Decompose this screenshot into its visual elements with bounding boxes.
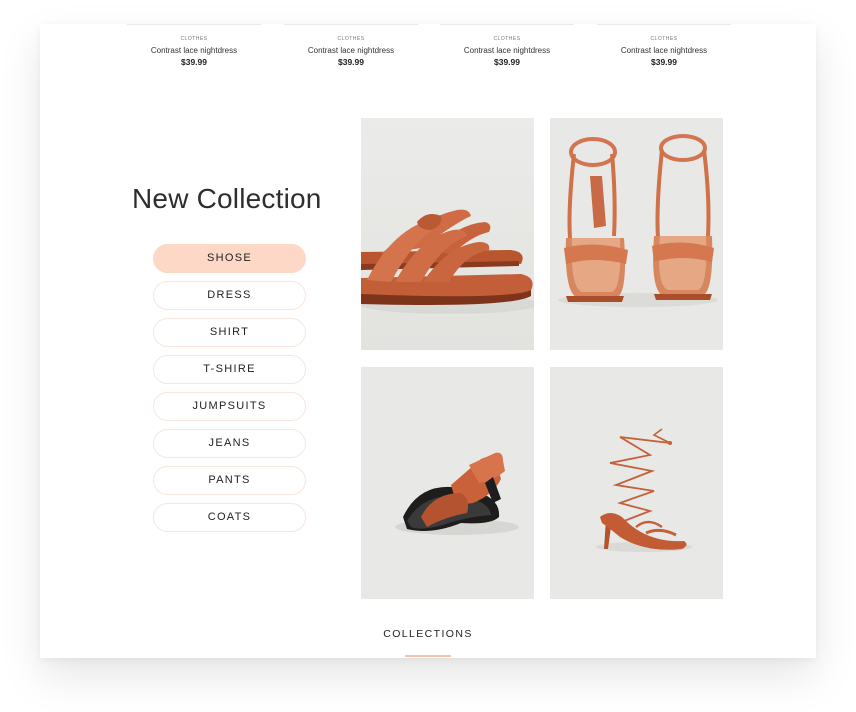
product-category: CLOTHES — [180, 36, 208, 42]
product-price: $39.99 — [338, 57, 364, 67]
category-button-jeans[interactable]: JEANS — [153, 429, 306, 458]
card-divider — [440, 24, 574, 25]
card-divider — [597, 24, 731, 25]
category-button-shirt[interactable]: SHIRT — [153, 318, 306, 347]
collections-underline — [405, 655, 451, 657]
card-divider — [284, 24, 418, 25]
collection-title: New Collection — [132, 183, 322, 214]
strappy-flat-sandals-image[interactable] — [361, 118, 534, 350]
collections-heading[interactable]: COLLECTIONS — [40, 628, 816, 640]
page-card: CLOTHES Contrast lace nightdress $39.99 … — [40, 24, 816, 658]
product-name[interactable]: Contrast lace nightdress — [127, 46, 261, 56]
square-toe-mules-image[interactable] — [361, 367, 534, 599]
product-card[interactable]: CLOTHES Contrast lace nightdress $39.99 — [440, 24, 574, 68]
product-category: CLOTHES — [650, 36, 678, 42]
product-card[interactable]: CLOTHES Contrast lace nightdress $39.99 — [597, 24, 731, 68]
card-divider — [127, 24, 261, 25]
category-button-jumpsuits[interactable]: JUMPSUITS — [153, 392, 306, 421]
product-price: $39.99 — [181, 57, 207, 67]
product-price: $39.99 — [494, 57, 520, 67]
product-card[interactable]: CLOTHES Contrast lace nightdress $39.99 — [127, 24, 261, 68]
category-button-pants[interactable]: PANTS — [153, 466, 306, 495]
product-card[interactable]: CLOTHES Contrast lace nightdress $39.99 — [284, 24, 418, 68]
category-button-t-shire[interactable]: T-SHIRE — [153, 355, 306, 384]
product-name[interactable]: Contrast lace nightdress — [440, 46, 574, 56]
category-list: SHOSE DRESS SHIRT T-SHIRE JUMPSUITS JEAN… — [153, 244, 306, 540]
lace-up-heeled-sandal-image[interactable] — [550, 367, 723, 599]
category-button-coats[interactable]: COATS — [153, 503, 306, 532]
product-category: CLOTHES — [493, 36, 521, 42]
ankle-strap-heeled-sandals-image[interactable] — [550, 118, 723, 350]
product-name[interactable]: Contrast lace nightdress — [284, 46, 418, 56]
product-strip: CLOTHES Contrast lace nightdress $39.99 … — [127, 24, 731, 84]
product-name[interactable]: Contrast lace nightdress — [597, 46, 731, 56]
product-price: $39.99 — [651, 57, 677, 67]
category-button-shose[interactable]: SHOSE — [153, 244, 306, 273]
product-category: CLOTHES — [337, 36, 365, 42]
category-button-dress[interactable]: DRESS — [153, 281, 306, 310]
